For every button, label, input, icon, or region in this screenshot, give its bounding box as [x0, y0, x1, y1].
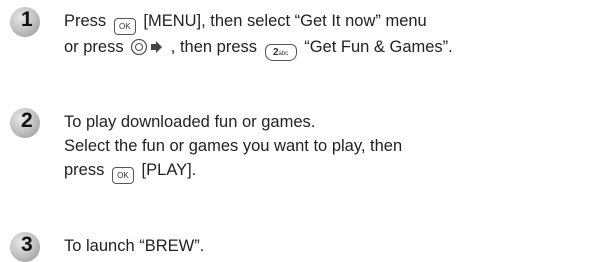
step-number: 3 [21, 233, 33, 256]
press-text: Press [64, 12, 107, 30]
navigation-key-right-icon [131, 38, 163, 56]
play-text: [PLAY]. [141, 161, 197, 179]
two-abc-key-icon: 2abc [264, 44, 297, 61]
step-1-line-1: Press OK [MENU], then select “Get It now… [64, 9, 590, 35]
ok-key-icon: OK [113, 18, 136, 35]
step-2-line-3: press OK [PLAY]. [64, 158, 590, 184]
press-text: press [64, 161, 105, 179]
step-number-badge: 2 [10, 108, 40, 138]
step-number-badge: 3 [10, 232, 40, 262]
step-2-line-1: To play downloaded fun or games. [64, 113, 316, 131]
or-press-text: or press [64, 38, 124, 56]
step-1-line-2: or press , then press 2abc “Get Fun & Ga… [64, 35, 590, 61]
step-2-text: To play downloaded fun or games. Select … [64, 110, 590, 184]
step-number-badge: 1 [10, 7, 40, 37]
step-number: 1 [21, 8, 33, 31]
then-press-text: , then press [170, 38, 258, 56]
step-number: 2 [21, 109, 33, 132]
step-3-text: To launch “BREW”. [64, 234, 590, 258]
step-3-line-1: To launch “BREW”. [64, 237, 205, 255]
get-fun-games-text: “Get Fun & Games”. [304, 38, 453, 56]
step-2-line-2: Select the fun or games you want to play… [64, 137, 403, 155]
ok-key-icon: OK [111, 167, 134, 184]
step-1-text: Press OK [MENU], then select “Get It now… [64, 9, 590, 61]
menu-instruction: [MENU], then select “Get It now” menu [143, 12, 427, 30]
